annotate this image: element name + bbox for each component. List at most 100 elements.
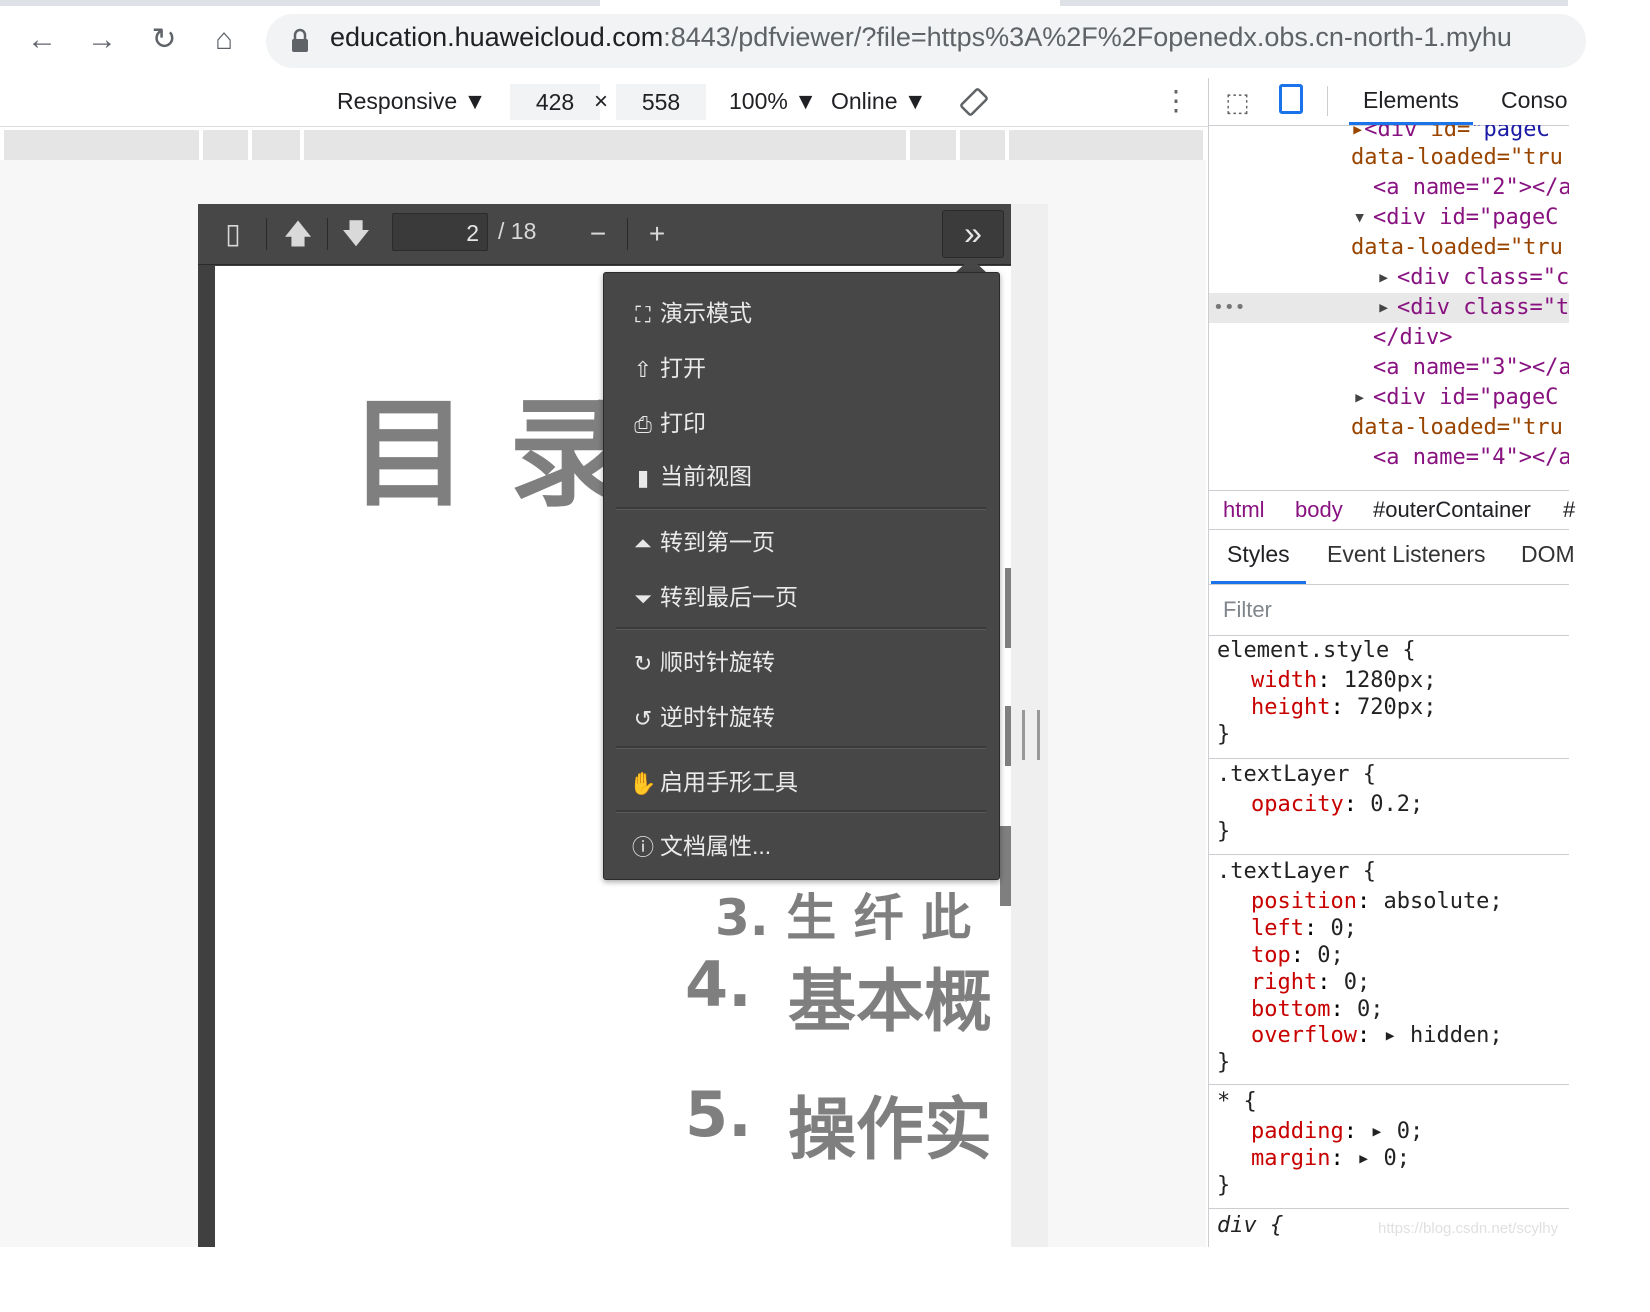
more-options-icon[interactable]: ⋮ <box>1162 84 1190 117</box>
inspect-element-icon[interactable]: ⬚ <box>1225 87 1250 118</box>
styles-pane-tabs: Styles Event Listeners DOM <box>1209 528 1575 585</box>
collapse-arrow-icon[interactable]: ▸ <box>1377 295 1390 320</box>
page-number-input[interactable]: 2 <box>392 213 488 251</box>
css-declaration[interactable]: right: 0; <box>1251 970 1370 995</box>
breadcrumb-body[interactable]: body <box>1295 497 1343 523</box>
pdf-toolbar: ▯ 🡅 🡇 2 / 18 − + » <box>198 204 1011 265</box>
menu-item-presentation-mode[interactable]: ⛶ 演示模式 <box>626 293 986 333</box>
watermark: https://blog.csdn.net/scylhy <box>1378 1220 1559 1237</box>
tab-console[interactable]: Conso <box>1501 78 1567 122</box>
reload-icon[interactable]: ↻ <box>144 20 184 60</box>
rule-selector[interactable]: * { <box>1217 1089 1257 1114</box>
first-page-icon: ⏶ <box>634 530 652 556</box>
toc-item-3: 3. 生 纤 此 <box>715 889 972 947</box>
dom-line[interactable]: <a name="2"></a <box>1373 175 1569 200</box>
dom-line[interactable]: <div class="t <box>1397 295 1569 320</box>
active-tab[interactable] <box>600 0 1060 6</box>
breadcrumb-html[interactable]: html <box>1223 497 1265 523</box>
css-declaration[interactable]: margin: ▸ 0; <box>1251 1146 1410 1171</box>
css-declaration[interactable]: left: 0; <box>1251 916 1357 941</box>
menu-item-document-properties[interactable]: ⓘ 文档属性... <box>626 826 986 866</box>
menu-item-hand-tool[interactable]: ✋ 启用手形工具 <box>626 762 986 802</box>
zoom-out-icon[interactable]: − <box>578 216 618 252</box>
device-toggle-icon[interactable] <box>1279 84 1303 114</box>
zoom-in-icon[interactable]: + <box>637 216 677 252</box>
rotate-ccw-icon: ↺ <box>633 705 653 731</box>
rule-selector[interactable]: element.style { <box>1217 638 1416 663</box>
css-declaration[interactable]: overflow: ▸ hidden; <box>1251 1023 1503 1048</box>
breadcrumb-outercontainer[interactable]: #outerContainer <box>1373 497 1531 523</box>
rule-close: } <box>1217 1173 1231 1198</box>
previous-page-icon[interactable]: 🡅 <box>278 216 318 252</box>
dom-line[interactable]: <a name="4"></a <box>1373 445 1569 470</box>
viewport-height-input[interactable]: 558 <box>616 84 706 120</box>
next-page-icon[interactable]: 🡇 <box>336 216 376 252</box>
menu-item-rotate-cw[interactable]: ↻ 顺时针旋转 <box>626 642 986 682</box>
dom-line[interactable]: <div id="pageC <box>1373 385 1558 410</box>
menu-item-first-page[interactable]: ⏶ 转到第一页 <box>626 522 986 562</box>
menu-item-print[interactable]: ⎙ 打印 <box>626 403 986 443</box>
bookmark-icon: ▮ <box>636 464 650 490</box>
viewport-resize-handle[interactable] <box>1022 710 1040 760</box>
tab-dom-breakpoints[interactable]: DOM <box>1521 528 1575 581</box>
css-declaration[interactable]: bottom: 0; <box>1251 997 1383 1022</box>
dom-line[interactable]: data-loaded="tru <box>1351 145 1563 170</box>
browser-toolbar: ← → ↻ ⌂ education.huaweicloud.com:8443/p… <box>0 0 1586 79</box>
device-mode-select[interactable]: Responsive ▼ <box>337 88 486 115</box>
rule-selector[interactable]: .textLayer { <box>1217 859 1376 884</box>
print-icon: ⎙ <box>634 411 652 437</box>
presentation-mode-icon: ⛶ <box>635 301 651 327</box>
viewport-width-input[interactable]: 428 <box>510 84 600 120</box>
menu-item-open[interactable]: ⇧ 打开 <box>626 348 986 388</box>
css-declaration[interactable]: width: 1280px; <box>1251 668 1436 693</box>
collapse-arrow-icon[interactable]: ▸ <box>1353 385 1366 410</box>
back-icon[interactable]: ← <box>22 20 62 60</box>
url-text[interactable]: education.huaweicloud.com:8443/pdfviewer… <box>330 22 1512 53</box>
toc-item-5-number: 5. <box>685 1078 752 1151</box>
dom-line[interactable]: data-loaded="tru <box>1351 415 1563 440</box>
tab-styles[interactable]: Styles <box>1211 528 1306 584</box>
media-query-bar[interactable] <box>4 130 1203 160</box>
css-declaration[interactable]: top: 0; <box>1251 943 1344 968</box>
node-menu-icon[interactable]: ••• <box>1213 297 1246 318</box>
dom-line[interactable]: ▸<div id="pageC <box>1351 125 1550 142</box>
toc-item-4-number: 4. <box>685 948 752 1021</box>
rotate-device-icon[interactable] <box>958 86 990 118</box>
sidebar-toggle-icon[interactable]: ▯ <box>213 216 253 252</box>
network-select[interactable]: Online ▼ <box>831 88 927 115</box>
css-declaration[interactable]: padding: ▸ 0; <box>1251 1119 1423 1144</box>
expand-arrow-icon[interactable]: ▾ <box>1353 205 1366 230</box>
rule-selector[interactable]: div { <box>1217 1213 1283 1238</box>
info-icon: ⓘ <box>631 834 654 860</box>
secondary-toolbar-toggle-icon[interactable]: » <box>942 210 1004 258</box>
css-declaration[interactable]: position: absolute; <box>1251 889 1503 914</box>
menu-item-last-page[interactable]: ⏷ 转到最后一页 <box>626 577 986 617</box>
menu-item-current-view[interactable]: ▮ 当前视图 <box>626 456 986 496</box>
rule-selector[interactable]: .textLayer { <box>1217 762 1376 787</box>
home-icon[interactable]: ⌂ <box>204 20 244 60</box>
collapse-arrow-icon[interactable]: ▸ <box>1377 265 1390 290</box>
zoom-select[interactable]: 100% ▼ <box>729 88 817 115</box>
dom-line[interactable]: <a name="3"></a <box>1373 355 1569 380</box>
dom-line[interactable]: data-loaded="tru <box>1351 235 1563 260</box>
clipped-text-fragment <box>1000 826 1011 906</box>
filter-placeholder: Filter <box>1223 597 1272 622</box>
url-host: education.huaweicloud.com <box>330 22 664 52</box>
dom-line[interactable]: </div> <box>1373 325 1452 350</box>
dom-tree: ••• ▸<div id="pageC data-loaded="tru <a … <box>1209 125 1569 490</box>
menu-pointer <box>955 258 987 273</box>
styles-filter-input[interactable]: Filter <box>1209 585 1569 636</box>
dom-line[interactable]: <div class="c <box>1397 265 1569 290</box>
clipped-text-fragment <box>1005 568 1011 648</box>
open-file-icon: ⇧ <box>633 356 653 382</box>
css-declaration[interactable]: height: 720px; <box>1251 695 1436 720</box>
menu-item-rotate-ccw[interactable]: ↺ 逆时针旋转 <box>626 697 986 737</box>
forward-icon[interactable]: → <box>82 20 122 60</box>
breadcrumb-more[interactable]: # <box>1563 497 1575 523</box>
tab-elements[interactable]: Elements <box>1349 78 1473 125</box>
css-declaration[interactable]: opacity: 0.2; <box>1251 792 1423 817</box>
dom-line[interactable]: <div id="pageC <box>1373 205 1558 230</box>
dimension-times: × <box>594 88 609 115</box>
rule-close: } <box>1217 1050 1231 1075</box>
tab-event-listeners[interactable]: Event Listeners <box>1327 528 1486 581</box>
